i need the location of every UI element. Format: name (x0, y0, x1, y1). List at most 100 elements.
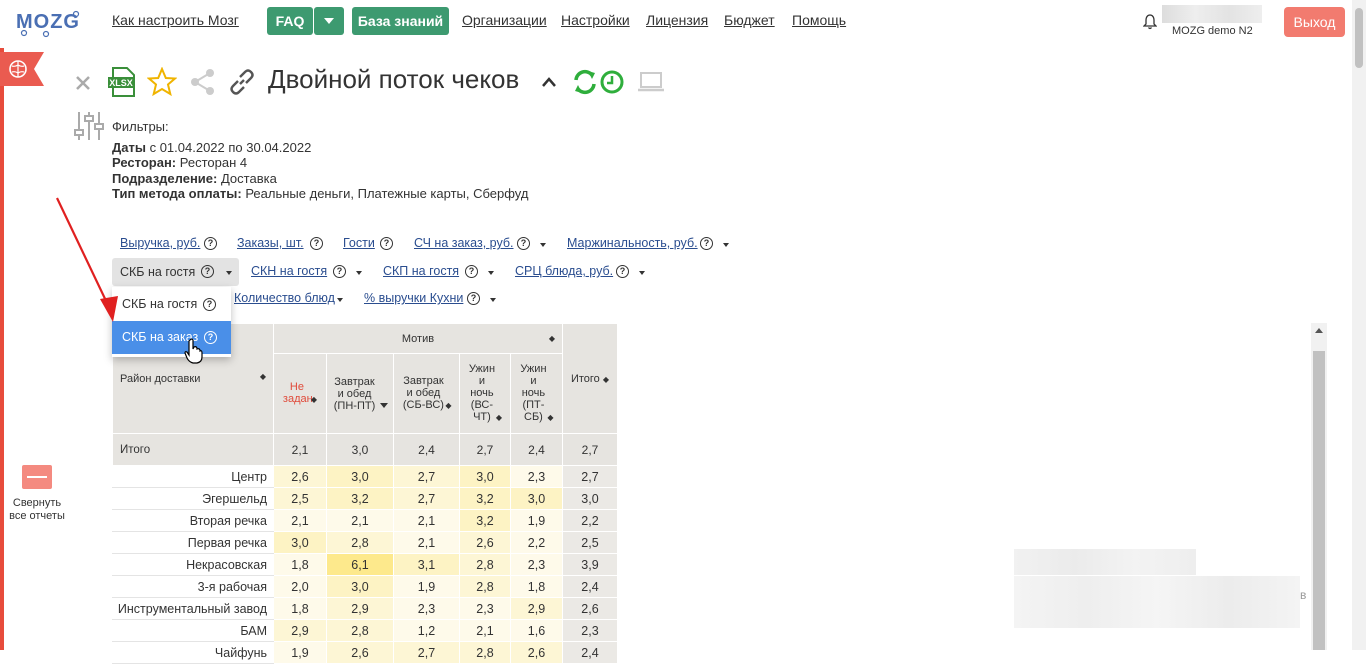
table-cell: 2,1 (273, 509, 327, 532)
sort-desc-icon[interactable] (379, 403, 388, 409)
nav-help[interactable]: Помощь (792, 12, 846, 28)
nav-how-to[interactable]: Как настроить Мозг (112, 12, 239, 28)
nav-license[interactable]: Лицензия (646, 12, 708, 28)
table-cell: 1,8 (510, 575, 563, 598)
metric-avg-check[interactable]: СЧ на заказ, руб. (414, 236, 514, 250)
table-cell: 2,8 (459, 553, 511, 576)
link-icon[interactable] (227, 67, 257, 97)
column-group-motive[interactable]: Мотив ◆ (273, 323, 563, 354)
metric-orders[interactable]: Заказы, шт. (237, 236, 304, 250)
help-icon[interactable]: ? (203, 298, 216, 311)
metric-guests[interactable]: Гости (343, 236, 375, 250)
help-icon[interactable]: ? (465, 265, 478, 278)
help-icon[interactable]: ? (517, 237, 530, 250)
row-label: Первая речка (112, 531, 274, 554)
share-icon[interactable] (188, 67, 218, 97)
chevron-down-icon[interactable] (723, 243, 729, 247)
table-cell: 3,0 (510, 487, 563, 510)
row-label: Некрасовская (112, 553, 274, 576)
column-header[interactable]: Не задан◆ (273, 353, 327, 434)
collapse-all-label[interactable]: Свернуть все отчеты (6, 497, 68, 522)
sort-icon[interactable]: ◆ (445, 401, 451, 410)
chevron-down-icon[interactable] (639, 271, 645, 275)
dropdown-item-skb-order[interactable]: СКБ на заказ ? (112, 321, 231, 354)
clock-icon[interactable] (599, 69, 625, 95)
table-cell: 2,2 (510, 531, 563, 554)
row-label: Эгершельд (112, 487, 274, 510)
column-header-total[interactable]: Итого ◆ (562, 323, 618, 434)
chevron-down-icon[interactable] (356, 271, 362, 275)
total-cell: 2,4 (393, 433, 460, 466)
help-icon[interactable]: ? (616, 265, 629, 278)
column-header[interactable]: Завтрак и обед (ПН-ПТ) (326, 353, 394, 434)
chevron-down-icon[interactable] (490, 298, 496, 302)
column-header[interactable]: Ужин и ночь (ВС-ЧТ) ◆ (459, 353, 511, 434)
chevron-down-icon[interactable] (226, 271, 232, 275)
scroll-up-icon[interactable] (1315, 328, 1323, 333)
table-cell: 2,7 (393, 487, 460, 510)
chevron-down-icon[interactable] (488, 271, 494, 275)
metric-skp-guest[interactable]: СКП на гостя (383, 264, 459, 278)
nav-organizations[interactable]: Организации (462, 12, 547, 28)
left-rail (0, 48, 4, 650)
close-icon[interactable] (74, 74, 92, 92)
avatar[interactable] (1162, 5, 1262, 23)
excel-export-icon[interactable]: XLSX (107, 67, 137, 97)
metric-kitchen-share[interactable]: % выручки Кухни (364, 291, 463, 305)
help-icon[interactable]: ? (310, 237, 323, 250)
help-icon[interactable]: ? (380, 237, 393, 250)
sort-icon[interactable]: ◆ (311, 395, 317, 404)
knowledge-base-button[interactable]: База знаний (352, 7, 449, 35)
sort-icon[interactable]: ◆ (547, 413, 553, 422)
chevron-down-icon[interactable] (540, 243, 546, 247)
table-cell: 3,2 (459, 487, 511, 510)
hand-cursor-icon (184, 338, 203, 364)
column-header[interactable]: Ужин и ночь (ПТ-СБ) ◆ (510, 353, 563, 434)
page-scrollbar[interactable] (1352, 0, 1366, 650)
collapse-all-button[interactable] (22, 465, 52, 489)
sort-icon[interactable]: ◆ (496, 413, 502, 422)
sort-icon[interactable]: ◆ (549, 334, 555, 343)
nav-settings[interactable]: Настройки (561, 12, 630, 28)
table-cell: 2,3 (510, 553, 563, 576)
help-icon[interactable]: ? (700, 237, 713, 250)
table-cell: 2,8 (326, 531, 394, 554)
table-row: 3-я рабочая 2,0 3,0 1,9 2,8 1,8 2,4 (112, 575, 618, 598)
column-header[interactable]: Завтрак и обед (СБ-ВС)◆ (393, 353, 460, 434)
table-row: БАМ 2,9 2,8 1,2 2,1 1,6 2,3 (112, 619, 618, 642)
sort-icon[interactable]: ◆ (603, 375, 609, 384)
row-label: БАМ (112, 619, 274, 642)
help-icon[interactable]: ? (204, 331, 217, 344)
mozg-logo[interactable]: MOZG (16, 6, 80, 38)
table-row: Центр 2,6 3,0 2,7 3,0 2,3 2,7 (112, 465, 618, 488)
laptop-icon[interactable] (636, 70, 666, 94)
metric-dish-count[interactable]: Количество блюд (234, 291, 335, 305)
brain-icon[interactable] (0, 52, 44, 86)
faq-dropdown-button[interactable] (314, 7, 344, 35)
metric-skb-guest-active[interactable]: СКБ на гостя ? (112, 258, 239, 286)
chevron-down-icon[interactable] (337, 298, 343, 302)
row-total-cell: 2,2 (562, 509, 618, 532)
table-cell: 1,9 (273, 641, 327, 664)
metric-revenue[interactable]: Выручка, руб. (120, 236, 200, 250)
chevron-up-icon[interactable] (541, 75, 557, 89)
table-cell: 2,1 (459, 619, 511, 642)
help-icon[interactable]: ? (204, 237, 217, 250)
help-icon[interactable]: ? (201, 265, 214, 278)
total-cell: 2,1 (273, 433, 327, 466)
logout-button[interactable]: Выход (1284, 7, 1345, 37)
metric-src-dish[interactable]: СРЦ блюда, руб. (515, 264, 613, 278)
metric-skn-guest[interactable]: СКН на гостя (251, 264, 327, 278)
filter-sliders-icon[interactable] (74, 110, 104, 142)
star-icon[interactable] (147, 67, 177, 97)
sort-icon[interactable]: ◆ (260, 372, 266, 381)
help-icon[interactable]: ? (333, 265, 346, 278)
metric-margin[interactable]: Маржинальность, руб. (567, 236, 698, 250)
faq-button[interactable]: FAQ (267, 7, 313, 35)
refresh-icon[interactable] (571, 68, 599, 96)
bell-icon[interactable] (1143, 14, 1157, 30)
table-scrollbar[interactable] (1311, 323, 1327, 650)
user-name[interactable]: MOZG demo N2 (1172, 25, 1253, 37)
nav-budget[interactable]: Бюджет (724, 12, 775, 28)
help-icon[interactable]: ? (467, 292, 480, 305)
